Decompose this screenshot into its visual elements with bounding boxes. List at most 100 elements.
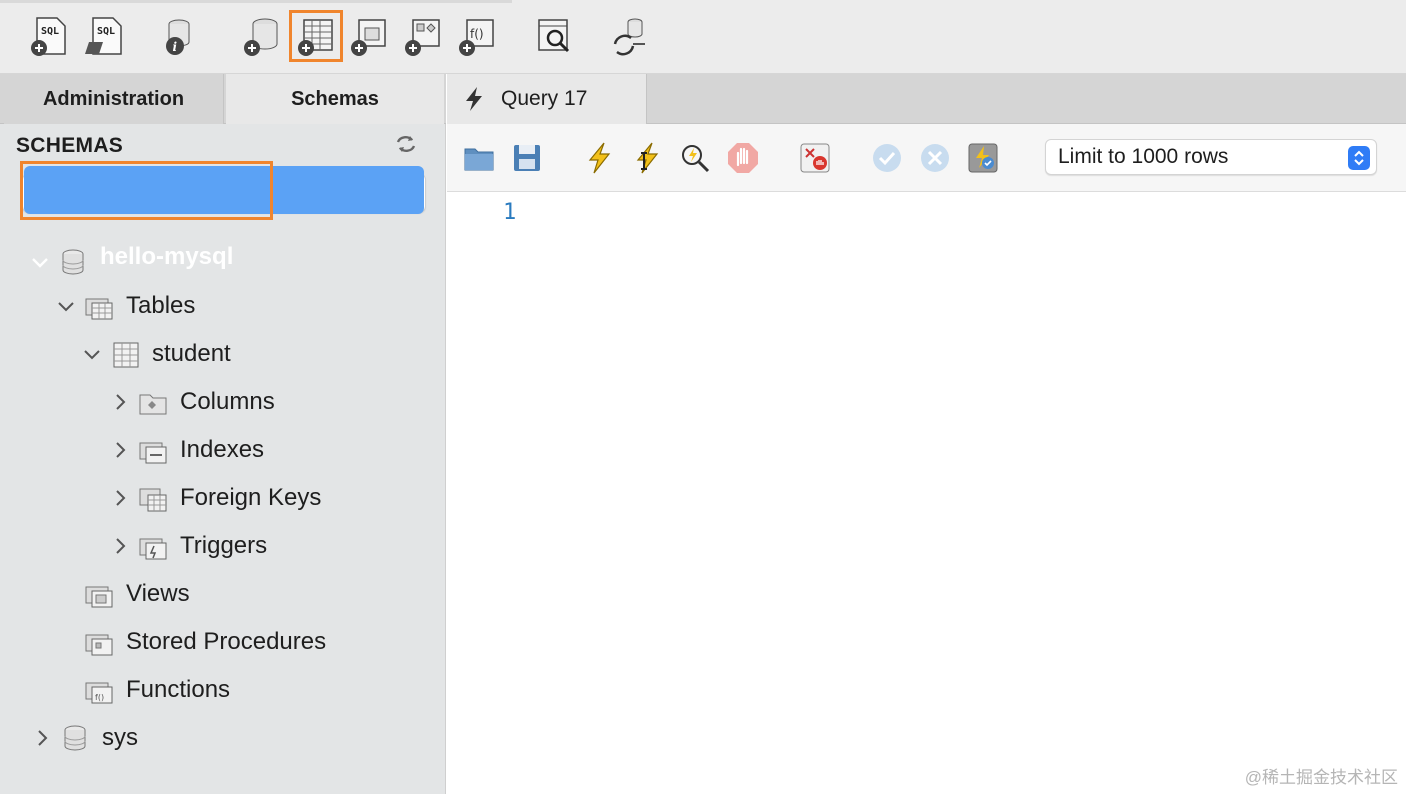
- create-view-button[interactable]: [342, 10, 396, 62]
- tree-label: Columns: [180, 388, 275, 415]
- tree-item-views[interactable]: Views: [84, 572, 190, 616]
- svg-text:SQL: SQL: [41, 26, 59, 37]
- tree-item-sys[interactable]: sys: [32, 716, 138, 760]
- tree-item-stored-procedures[interactable]: Stored Procedures: [84, 620, 326, 664]
- tree-label: Functions: [126, 676, 231, 703]
- search-table-data-button[interactable]: [526, 10, 580, 62]
- tree-label: Indexes: [180, 436, 265, 463]
- tree-label: Stored Procedures: [126, 628, 327, 655]
- tree-item-tables[interactable]: Tables: [56, 284, 195, 328]
- tree-item-triggers[interactable]: Triggers: [110, 524, 267, 568]
- tree-label: Tables: [126, 292, 196, 319]
- tree-item-hello-mysql[interactable]: hello-mysql: [30, 240, 233, 284]
- limit-rows-value: Limit to 1000 rows: [1058, 145, 1229, 168]
- tables-folder-icon: [85, 298, 113, 320]
- lightning-cursor-icon: [636, 142, 659, 174]
- new-view-icon: [351, 19, 386, 56]
- open-sql-script-button[interactable]: SQL: [78, 10, 132, 62]
- indexes-folder-icon: [139, 442, 167, 464]
- table-search-icon: [538, 19, 570, 53]
- chevron-right-icon[interactable]: [32, 728, 52, 748]
- explain-button[interactable]: [677, 140, 713, 176]
- save-icon: [514, 145, 540, 171]
- selected-schema-highlight: [24, 166, 424, 214]
- svg-text:f(): f(): [470, 27, 484, 41]
- database-icon: [62, 249, 84, 275]
- create-function-button[interactable]: f(): [450, 10, 504, 62]
- tab-schemas[interactable]: Schemas: [226, 74, 444, 124]
- stop-on-error-icon: [800, 143, 830, 173]
- toggle-autocommit-button[interactable]: [965, 140, 1001, 176]
- tree-label: Views: [126, 580, 190, 607]
- new-sql-file-icon: SQL: [31, 17, 66, 56]
- chevron-down-icon[interactable]: [82, 344, 102, 364]
- folder-icon: [464, 148, 494, 171]
- chevron-right-icon[interactable]: [110, 536, 130, 556]
- execute-current-statement-button[interactable]: [629, 140, 665, 176]
- new-schema-icon: [244, 18, 278, 56]
- open-sql-file-icon: SQL: [85, 17, 122, 55]
- chevron-right-icon[interactable]: [110, 440, 130, 460]
- views-folder-icon: [85, 586, 113, 608]
- query-tab-label: Query 17: [501, 87, 588, 110]
- tree-item-foreign-keys[interactable]: Foreign Keys: [110, 476, 321, 520]
- procedures-folder-icon: [85, 634, 113, 656]
- stop-hand-icon: [728, 143, 758, 173]
- autocommit-icon: [968, 143, 998, 173]
- triggers-folder-icon: [139, 538, 167, 560]
- check-circle-icon: [873, 144, 901, 172]
- reconnect-button[interactable]: [602, 10, 656, 62]
- chevron-right-icon[interactable]: [110, 488, 130, 508]
- limit-rows-select[interactable]: Limit to 1000 rows: [1045, 139, 1377, 175]
- line-number: 1: [503, 200, 517, 225]
- tree-label: Triggers: [180, 532, 268, 559]
- x-circle-icon: [921, 144, 949, 172]
- execute-button[interactable]: [581, 140, 617, 176]
- db-info-icon: i: [166, 19, 190, 55]
- rollback-button[interactable]: [917, 140, 953, 176]
- sql-editor[interactable]: 1 @稀土掘金技术社区: [447, 192, 1406, 794]
- svg-text:f(): f(): [95, 693, 104, 702]
- create-table-button[interactable]: [289, 10, 343, 62]
- select-arrows-icon: [1348, 146, 1370, 170]
- new-procedure-icon: [405, 19, 440, 56]
- commit-button[interactable]: [869, 140, 905, 176]
- tree-item-functions[interactable]: f() Functions: [84, 668, 230, 712]
- schemas-header: SCHEMAS: [16, 134, 124, 157]
- main-toolbar: SQL SQL i f(): [0, 0, 1406, 74]
- chevron-right-icon[interactable]: [110, 392, 130, 412]
- database-icon: [64, 725, 86, 751]
- lightning-icon: [466, 87, 482, 111]
- toggle-stop-on-error-button[interactable]: [797, 140, 833, 176]
- lightning-icon: [588, 142, 611, 174]
- tree-item-indexes[interactable]: Indexes: [110, 428, 264, 472]
- inspector-button[interactable]: i: [150, 10, 204, 62]
- tab-query-17[interactable]: Query 17: [447, 74, 647, 124]
- navigator-tabs: Administration Schemas: [0, 74, 446, 124]
- columns-folder-icon: [139, 394, 167, 415]
- new-sql-tab-button[interactable]: SQL: [22, 10, 76, 62]
- refresh-icon[interactable]: [394, 132, 418, 156]
- functions-folder-icon: f(): [85, 682, 113, 704]
- table-icon: [113, 342, 139, 368]
- svg-text:SQL: SQL: [97, 26, 115, 37]
- create-schema-button[interactable]: [234, 10, 288, 62]
- query-tab-bar: Query 17: [447, 74, 1406, 124]
- sql-editor-toolbar: Limit to 1000 rows: [447, 124, 1406, 192]
- magnify-lightning-icon: [682, 145, 710, 173]
- schema-label: hello-mysql: [100, 243, 234, 270]
- chevron-down-icon[interactable]: [56, 296, 76, 316]
- tree-item-student[interactable]: student: [82, 332, 231, 376]
- tab-administration[interactable]: Administration: [4, 74, 224, 124]
- tree-label: Foreign Keys: [180, 484, 322, 511]
- db-reconnect-icon: [613, 18, 645, 56]
- chevron-down-icon[interactable]: [30, 252, 50, 272]
- stop-button[interactable]: [725, 140, 761, 176]
- save-button[interactable]: [509, 140, 545, 176]
- create-procedure-button[interactable]: [396, 10, 450, 62]
- toolbar-divider: [0, 0, 512, 3]
- schema-label: sys: [102, 724, 138, 751]
- tree-item-columns[interactable]: Columns: [110, 380, 275, 424]
- new-table-icon: [298, 19, 333, 56]
- open-file-button[interactable]: [461, 140, 497, 176]
